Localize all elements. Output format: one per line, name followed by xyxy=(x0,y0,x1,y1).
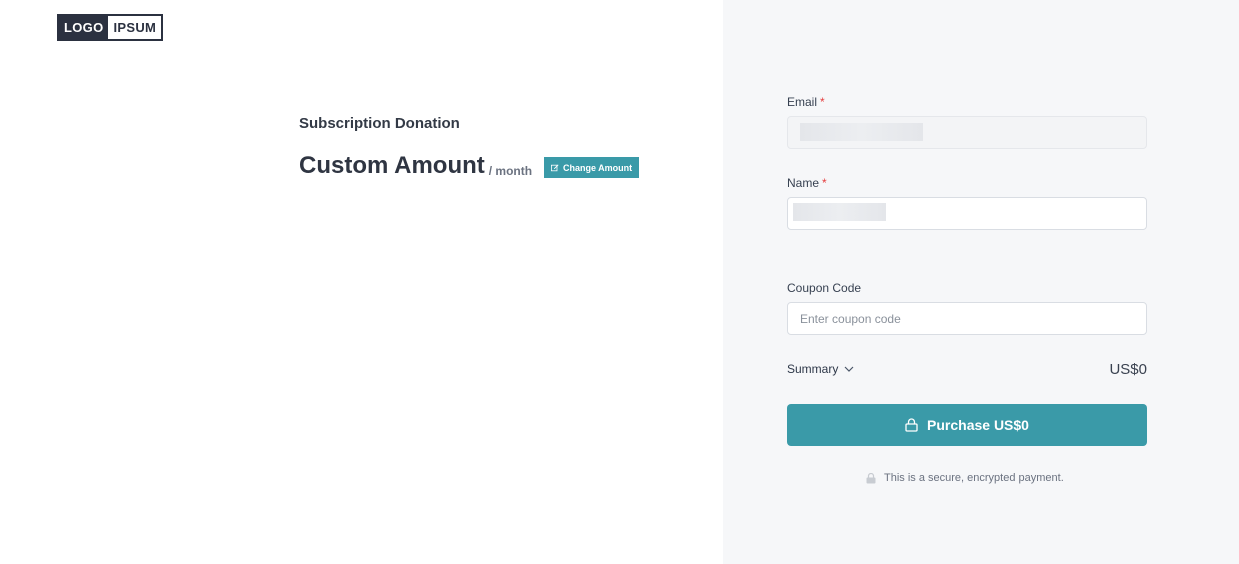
coupon-input[interactable] xyxy=(787,302,1147,335)
name-label: Name * xyxy=(787,176,827,190)
summary-toggle[interactable]: Summary xyxy=(787,362,854,376)
edit-icon xyxy=(551,163,559,171)
logo-part-2: IPSUM xyxy=(108,16,162,39)
logo-part-1: LOGO xyxy=(59,16,109,39)
required-marker: * xyxy=(820,95,825,109)
coupon-label: Coupon Code xyxy=(787,281,862,295)
billing-period: / month xyxy=(488,164,533,178)
summary-label: Summary xyxy=(787,362,839,376)
amount-label: Custom Amount xyxy=(299,152,485,179)
email-label: Email * xyxy=(787,95,825,109)
change-amount-label: Change Amount xyxy=(563,162,633,173)
summary-total: US$0 xyxy=(1109,361,1147,378)
required-marker: * xyxy=(822,176,827,190)
amount-row: Custom Amount / month xyxy=(299,152,532,180)
change-amount-button[interactable]: Change Amount xyxy=(544,157,640,178)
logo: LOGO IPSUM xyxy=(57,14,164,41)
purchase-label: Purchase US$0 xyxy=(927,417,1029,433)
lock-icon xyxy=(866,472,876,483)
email-value-redacted xyxy=(800,123,923,141)
secure-note: This is a secure, encrypted payment. xyxy=(866,472,1064,484)
purchase-button[interactable]: Purchase US$0 xyxy=(787,404,1147,446)
product-panel: LOGO IPSUM Subscription Donation Custom … xyxy=(0,0,723,564)
chevron-down-icon xyxy=(844,366,854,372)
name-value-redacted xyxy=(793,203,886,221)
lock-icon xyxy=(905,418,918,432)
product-subtitle: Subscription Donation xyxy=(299,115,460,132)
secure-note-text: This is a secure, encrypted payment. xyxy=(884,472,1064,484)
